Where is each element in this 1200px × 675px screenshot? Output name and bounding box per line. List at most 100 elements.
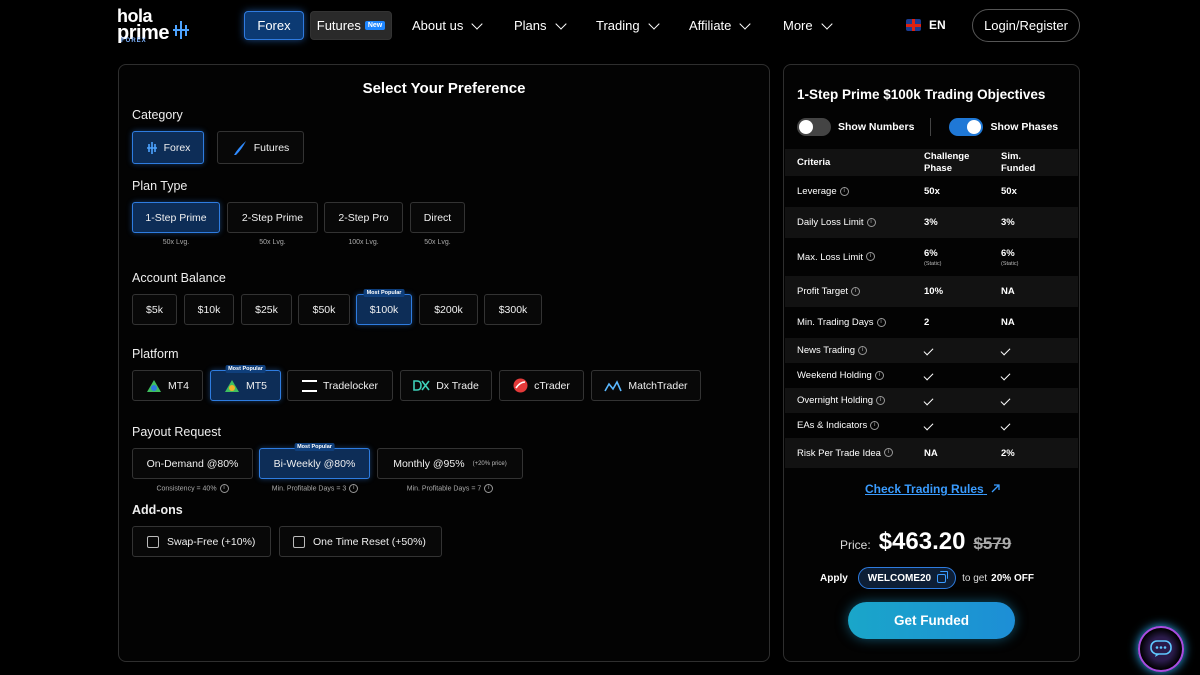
external-link-icon bbox=[991, 484, 1000, 493]
uk-flag-icon bbox=[906, 19, 921, 31]
table-row: Weekend Holding i bbox=[785, 363, 1078, 388]
new-badge: New bbox=[364, 21, 386, 30]
category-futures[interactable]: Futures bbox=[217, 131, 304, 164]
plan-leverage: 50x Lvg. bbox=[162, 239, 190, 246]
info-icon[interactable]: i bbox=[484, 484, 494, 493]
nav-about-us[interactable]: About us bbox=[412, 11, 483, 40]
payout-condition: Consistency = 40% i bbox=[132, 484, 253, 493]
addon-swap-free[interactable]: Swap-Free (+10%) bbox=[132, 526, 271, 557]
checkbox[interactable] bbox=[147, 535, 159, 548]
balance-25k[interactable]: $25k bbox=[241, 294, 292, 325]
price-row: Price: $463.20 $579 bbox=[840, 528, 1012, 555]
promo-row: Apply WELCOME20 to get 20% OFF bbox=[820, 567, 1034, 589]
forex-icon bbox=[146, 141, 157, 154]
info-icon[interactable]: i bbox=[219, 484, 229, 493]
check-icon bbox=[923, 395, 934, 406]
price-original: $579 bbox=[973, 534, 1012, 553]
plan-leverage: 50x Lvg. bbox=[424, 239, 451, 246]
table-row: Risk Per Trade Idea i NA 2% bbox=[785, 438, 1078, 468]
payout-bi-weekly[interactable]: Most Popular Bi-Weekly @80% bbox=[259, 443, 370, 479]
chevron-down-icon bbox=[471, 17, 483, 30]
category-forex[interactable]: Forex bbox=[132, 131, 204, 164]
price-value: $463.20 bbox=[878, 528, 966, 555]
toggle-row: Show Numbers Show Phases bbox=[797, 118, 1058, 136]
info-icon[interactable]: i bbox=[870, 420, 880, 430]
get-funded-button[interactable]: Get Funded bbox=[848, 602, 1015, 639]
check-icon bbox=[1000, 420, 1011, 431]
payout-condition: Min. Profitable Days = 3i bbox=[250, 484, 380, 493]
table-row: Leverage i 50x 50x bbox=[797, 186, 1017, 197]
table-row: Overnight Holding i bbox=[785, 388, 1078, 413]
balance-50k[interactable]: $50k bbox=[298, 294, 350, 325]
logo[interactable]: hola prime FOREX bbox=[117, 7, 192, 46]
chevron-down-icon bbox=[820, 17, 833, 30]
platform-mt4[interactable]: MT4 bbox=[132, 370, 203, 401]
chat-icon bbox=[1150, 640, 1172, 657]
nav-futures-button[interactable]: Futures New bbox=[310, 11, 392, 40]
platform-label: Platform bbox=[132, 347, 179, 361]
balance-300k[interactable]: $300k bbox=[484, 294, 542, 325]
nav-affiliate[interactable]: Affiliate bbox=[689, 11, 752, 40]
plan-leverage: 100x Lvg. bbox=[348, 239, 379, 246]
platform-dx-trade[interactable]: Dx Trade bbox=[400, 370, 492, 401]
chevron-down-icon bbox=[739, 17, 752, 30]
plan-1-step-prime[interactable]: 1-Step Prime bbox=[132, 202, 220, 233]
info-icon[interactable]: i bbox=[349, 484, 359, 493]
info-icon[interactable]: i bbox=[858, 345, 868, 355]
balance-5k[interactable]: $5k bbox=[132, 294, 177, 325]
info-icon[interactable]: i bbox=[839, 186, 849, 196]
balance-10k[interactable]: $10k bbox=[184, 294, 234, 325]
objectives-title: 1-Step Prime $100k Trading Objectives bbox=[797, 87, 1046, 102]
plan-type-label: Plan Type bbox=[132, 179, 188, 193]
platform-mt5[interactable]: Most Popular MT5 bbox=[210, 365, 281, 401]
most-popular-badge: Most Popular bbox=[294, 443, 335, 451]
addon-one-time-reset[interactable]: One Time Reset (+50%) bbox=[279, 526, 442, 557]
balance-200k[interactable]: $200k bbox=[419, 294, 478, 325]
payout-monthly[interactable]: Monthly @95% (+20% price) bbox=[377, 448, 523, 479]
info-icon[interactable]: i bbox=[851, 286, 861, 296]
platform-matchtrader[interactable]: MatchTrader bbox=[591, 370, 701, 401]
promo-code-button[interactable]: WELCOME20 bbox=[857, 567, 957, 589]
most-popular-badge: Most Popular bbox=[225, 365, 266, 373]
info-icon[interactable]: i bbox=[874, 370, 884, 380]
payout-condition: Min. Profitable Days = 7i bbox=[385, 484, 515, 493]
info-icon[interactable]: i bbox=[866, 252, 875, 262]
category-label: Category bbox=[132, 108, 183, 122]
ctrader-icon bbox=[513, 378, 528, 393]
table-row: Max. Loss Limit i 6% (Static) 6% (Static) bbox=[797, 247, 1019, 267]
info-icon[interactable]: i bbox=[876, 395, 886, 405]
checkbox[interactable] bbox=[293, 535, 305, 548]
nav-trading[interactable]: Trading bbox=[596, 11, 660, 40]
chevron-down-icon bbox=[647, 17, 660, 30]
platform-ctrader[interactable]: cTrader bbox=[499, 370, 584, 401]
login-register-button[interactable]: Login/Register bbox=[972, 9, 1080, 42]
check-icon bbox=[1000, 395, 1011, 406]
info-icon[interactable]: i bbox=[883, 448, 893, 458]
plan-direct[interactable]: Direct bbox=[410, 202, 465, 233]
platform-tradelocker[interactable]: Tradelocker bbox=[287, 370, 393, 401]
info-icon[interactable]: i bbox=[866, 217, 876, 227]
balance-100k[interactable]: Most Popular $100k bbox=[356, 289, 412, 325]
show-phases-toggle[interactable] bbox=[949, 118, 984, 136]
table-row: Daily Loss Limit i 3% 3% bbox=[785, 207, 1078, 238]
payout-on-demand[interactable]: On-Demand @80% bbox=[132, 448, 253, 479]
info-icon[interactable]: i bbox=[876, 317, 886, 327]
nav-plans[interactable]: Plans bbox=[514, 11, 567, 40]
check-trading-rules-link[interactable]: Check Trading Rules bbox=[865, 482, 1000, 496]
matchtrader-icon bbox=[604, 379, 623, 391]
metatrader-icon bbox=[147, 379, 161, 392]
chat-widget-button[interactable] bbox=[1138, 626, 1184, 672]
language-selector[interactable]: EN bbox=[906, 18, 946, 32]
check-icon bbox=[1000, 370, 1011, 381]
check-icon bbox=[923, 370, 934, 381]
preference-panel bbox=[118, 64, 770, 662]
nav-more[interactable]: More bbox=[783, 11, 833, 40]
plan-2-step-prime[interactable]: 2-Step Prime bbox=[227, 202, 318, 233]
table-row: News Trading i bbox=[785, 338, 1078, 363]
nav-forex-button[interactable]: Forex bbox=[244, 11, 304, 40]
check-icon bbox=[923, 345, 934, 356]
metatrader-icon bbox=[225, 379, 239, 392]
show-numbers-toggle[interactable] bbox=[797, 118, 831, 136]
plan-2-step-pro[interactable]: 2-Step Pro bbox=[324, 202, 403, 233]
table-row: Min. Trading Days i 2 NA bbox=[797, 317, 1015, 328]
